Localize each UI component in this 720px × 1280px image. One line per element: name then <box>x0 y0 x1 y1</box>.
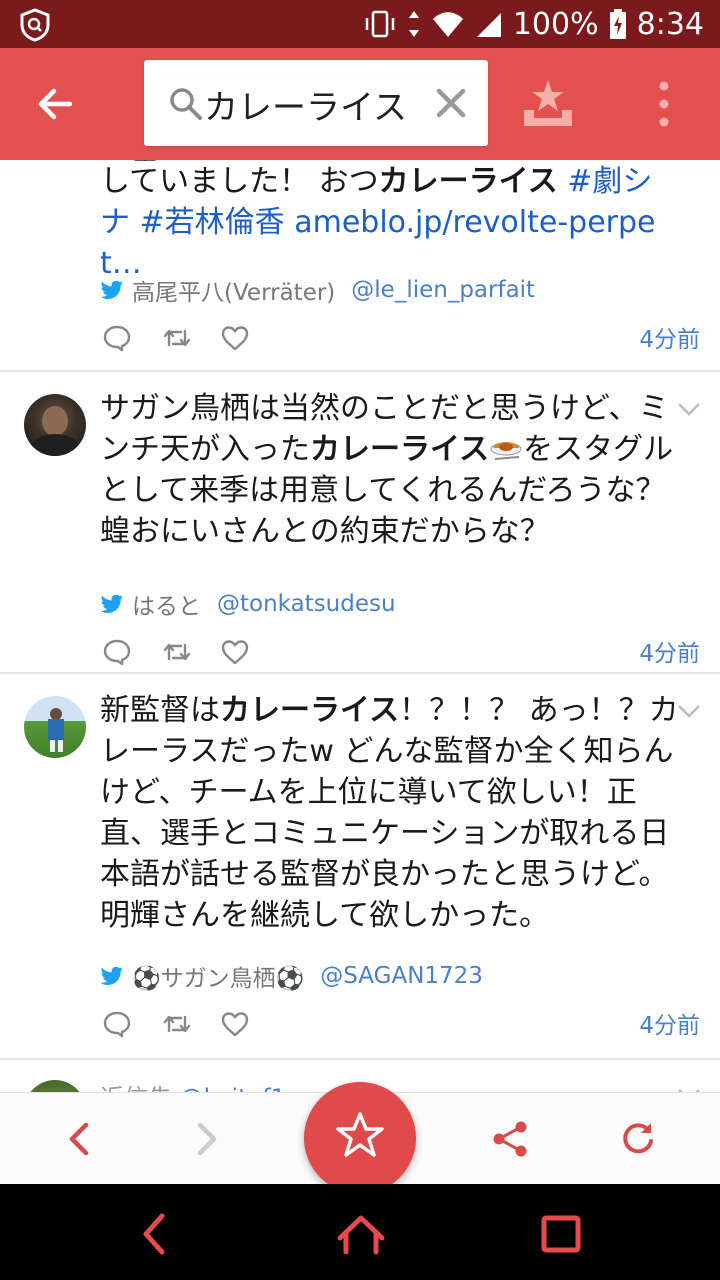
tweet-list[interactable]: ていた。 若林倫香さん(@xxxxxxxxxx)もご出 していました！ おつカレ… <box>0 160 720 1092</box>
search-input[interactable]: カレーライス <box>204 80 407 129</box>
retweet-icon[interactable] <box>162 1009 192 1039</box>
avatar[interactable] <box>24 696 86 758</box>
avatar[interactable] <box>24 394 86 456</box>
status-bar: 100% 8:34 <box>0 0 720 48</box>
signal-icon <box>476 13 501 37</box>
wifi-icon <box>432 12 463 37</box>
nav-recents-icon[interactable] <box>536 1208 586 1258</box>
tweet-time: 4分前 <box>639 327 700 353</box>
like-icon[interactable] <box>220 637 250 667</box>
tweet-item[interactable]: 新監督はカレーライス！？！？ あっ！？カレーラスだったw どんな監督か全く知らん… <box>0 674 720 1060</box>
author-name: 高尾平八(Verräter) <box>132 280 336 306</box>
star-icon <box>336 1112 384 1157</box>
back-arrow-icon[interactable] <box>30 78 82 130</box>
nav-back-icon[interactable] <box>130 1208 180 1258</box>
tweet-author[interactable]: 高尾平八(Verräter) @le_lien_parfait <box>100 273 535 307</box>
refresh-icon[interactable] <box>618 1119 658 1159</box>
curry-emoji-icon <box>490 442 522 460</box>
clock: 8:34 <box>636 6 704 42</box>
like-icon[interactable] <box>220 1009 250 1039</box>
favorite-fab[interactable] <box>304 1082 416 1194</box>
tweet-time: 4分前 <box>639 1013 700 1039</box>
system-nav-bar <box>0 1184 720 1280</box>
tweet-text: ていた。 若林倫香さん(@xxxxxxxxxx)もご出 していました！ おつカレ… <box>100 160 656 281</box>
reply-icon[interactable] <box>102 1009 132 1039</box>
tweet-item[interactable]: サガン鳥栖は当然のことだと思うけど、ミンチ天が入ったカレーライス をスタグルとして… <box>0 372 720 674</box>
twitter-bird-icon <box>100 966 123 985</box>
twitter-bird-icon <box>100 594 123 613</box>
chevron-right-icon[interactable] <box>186 1119 226 1159</box>
reply-icon[interactable] <box>102 323 132 353</box>
tweet-author[interactable]: はると @tonkatsudesu <box>100 587 396 621</box>
tweet-time: 4分前 <box>639 641 700 667</box>
save-search-icon[interactable] <box>520 76 576 132</box>
battery-charging-icon <box>609 9 626 39</box>
retweet-icon[interactable] <box>162 323 192 353</box>
more-vert-icon[interactable] <box>650 78 678 130</box>
like-icon[interactable] <box>220 323 250 353</box>
reply-icon[interactable] <box>102 637 132 667</box>
data-arrows-icon <box>408 11 419 37</box>
tweet-item[interactable]: ていた。 若林倫香さん(@xxxxxxxxxx)もご出 していました！ おつカレ… <box>0 160 720 372</box>
search-icon <box>170 88 202 120</box>
tweet-text: サガン鳥栖は当然のことだと思うけど、ミンチ天が入ったカレーライス をスタグルとして… <box>100 391 674 549</box>
author-name: ⚽サガン鳥栖⚽ <box>132 966 305 992</box>
tweet-author[interactable]: ⚽サガン鳥栖⚽ @SAGAN1723 <box>100 959 483 993</box>
shield-icon <box>20 8 50 42</box>
chevron-left-icon[interactable] <box>60 1119 100 1159</box>
battery-percent: 100% <box>512 6 599 42</box>
retweet-icon[interactable] <box>162 637 192 667</box>
tweet-text: 新監督はカレーライス！？！？ あっ！？カレーラスだったw どんな監督か全く知らん… <box>100 693 679 933</box>
search-box[interactable]: カレーライス <box>144 60 488 146</box>
author-handle[interactable]: @tonkatsudesu <box>217 591 396 617</box>
share-icon[interactable] <box>490 1119 530 1159</box>
hashtag-link[interactable]: #劇シ <box>567 164 652 199</box>
twitter-bird-icon <box>100 280 123 299</box>
app-bar: カレーライス <box>0 48 720 160</box>
author-handle[interactable]: @SAGAN1723 <box>320 963 483 989</box>
author-handle[interactable]: @le_lien_parfait <box>351 277 535 303</box>
nav-home-icon[interactable] <box>336 1208 386 1258</box>
hashtag-link[interactable]: #若林倫香 <box>140 205 285 240</box>
author-name: はると <box>132 594 201 620</box>
vibrate-icon <box>365 10 395 38</box>
clear-icon[interactable] <box>434 86 468 120</box>
avatar[interactable] <box>24 1080 86 1092</box>
